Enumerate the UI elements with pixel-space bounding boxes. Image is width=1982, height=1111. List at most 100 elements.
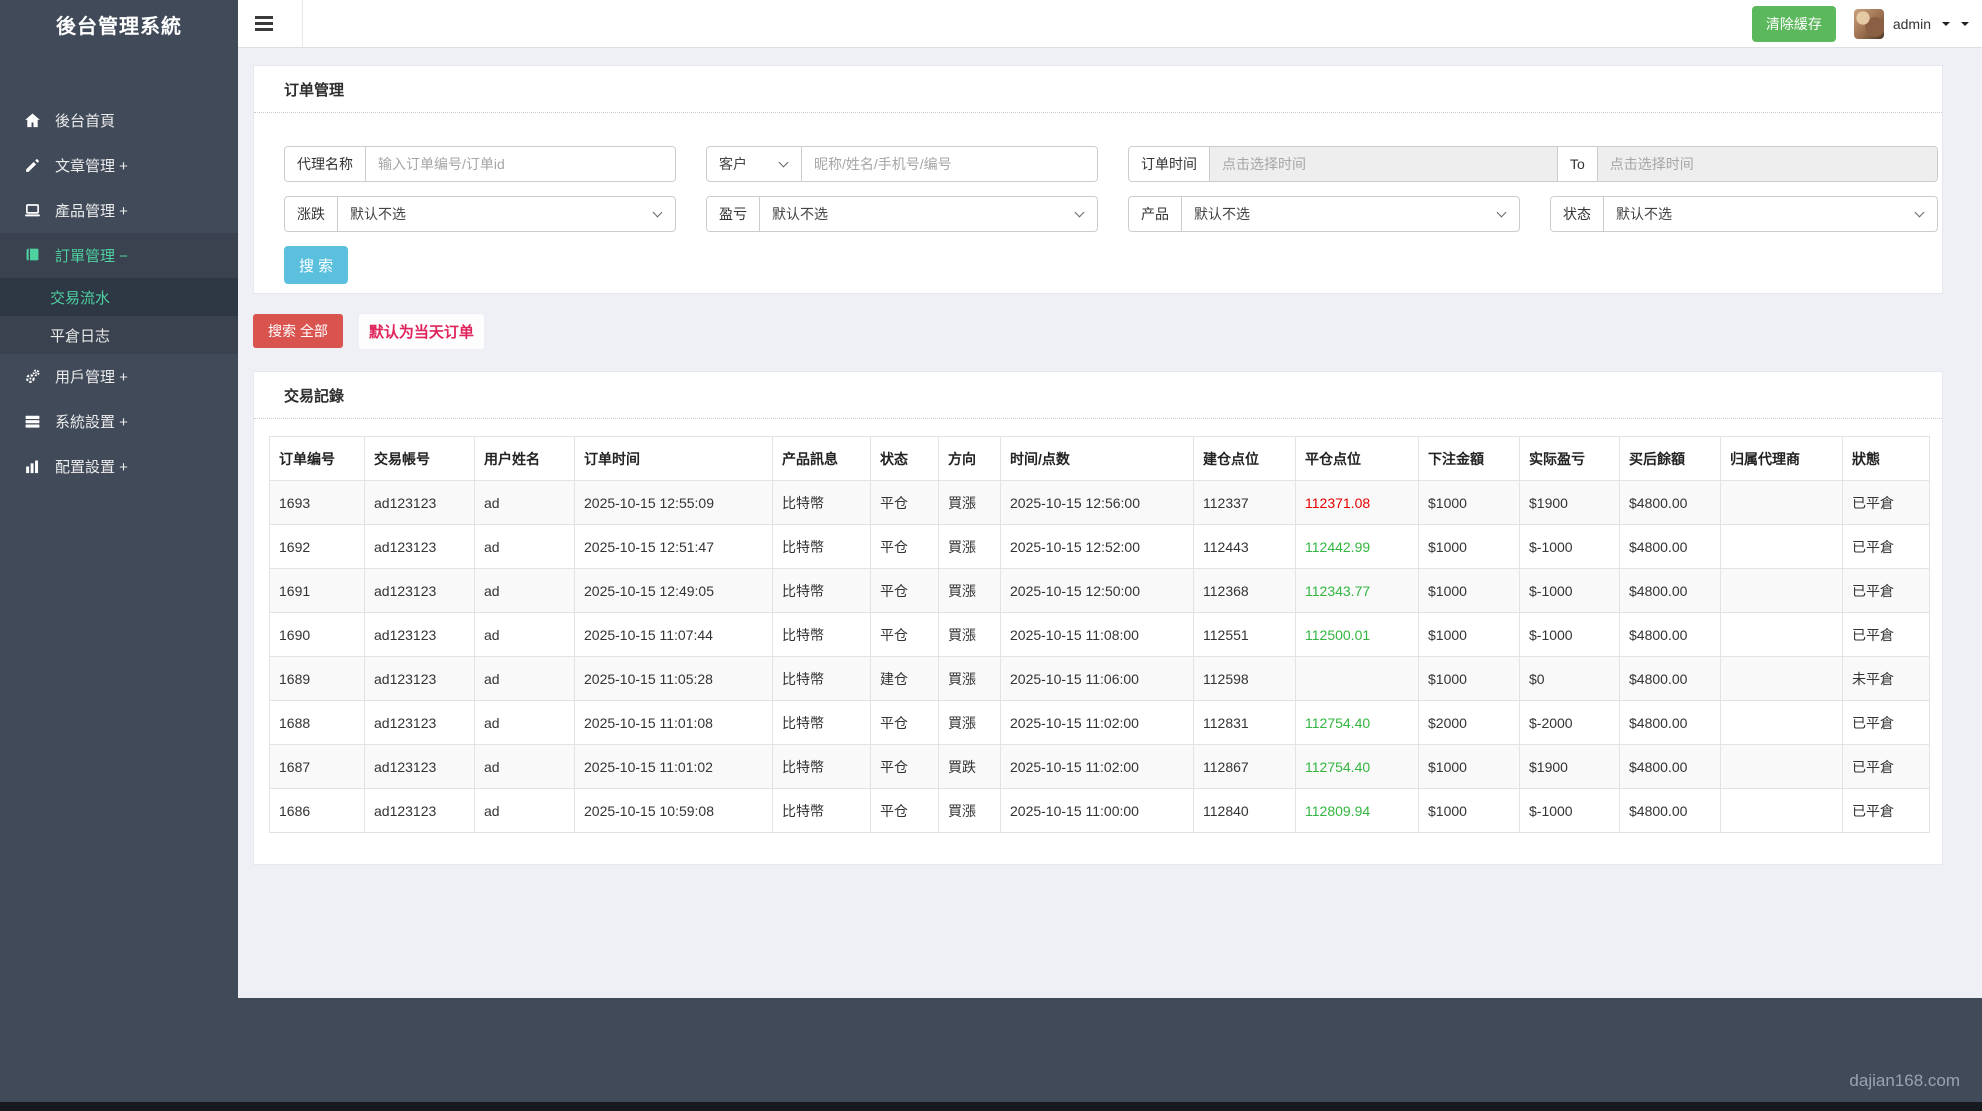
cell-order_no: 1693 <box>269 480 365 525</box>
cell-status: 平仓 <box>870 700 939 745</box>
agent-name-input[interactable] <box>366 147 675 181</box>
cell-time_point: 2025-10-15 12:56:00 <box>1000 480 1194 525</box>
hamburger-icon <box>255 16 273 19</box>
cell-order_no: 1687 <box>269 744 365 789</box>
cell-open_point: 112443 <box>1193 524 1296 569</box>
default-today-note: 默认为当天订单 <box>358 313 484 349</box>
sidebar-item-home[interactable]: 後台首頁 <box>0 98 238 143</box>
topbar-right: 清除緩存 admin <box>1751 0 1969 47</box>
sidebar-subitem-transactions[interactable]: 交易流水 <box>0 278 238 316</box>
clear-cache-button[interactable]: 清除緩存 <box>1751 5 1836 42</box>
chevron-down-icon <box>778 157 789 167</box>
status-label: 状态 <box>1551 197 1604 231</box>
home-icon <box>24 112 42 129</box>
cell-close_point: 112754.40 <box>1295 700 1419 745</box>
sidebar-item-label: 配置設置 + <box>55 459 128 476</box>
cell-status: 平仓 <box>870 788 939 833</box>
username: admin <box>1892 15 1931 32</box>
sidebar-item-system[interactable]: 系統設置 + <box>0 399 238 444</box>
profit-label: 盈亏 <box>707 197 760 231</box>
sidebar-item-label: 後台首頁 <box>55 113 116 130</box>
cell-order_no: 1691 <box>269 568 365 613</box>
orders-submenu: 交易流水 平倉日志 <box>0 278 238 354</box>
sidebar-item-articles[interactable]: 文章管理 + <box>0 143 238 188</box>
updown-label: 涨跌 <box>285 197 338 231</box>
sidebar-item-orders[interactable]: 訂單管理 − <box>0 233 238 278</box>
table-row: 1690 ad123123 ad 2025-10-15 11:07:44 比特幣 平仓 買漲… <box>269 612 1930 657</box>
cell-agent <box>1720 700 1843 745</box>
menu-toggle-button[interactable] <box>251 0 291 47</box>
table-row: 1689 ad123123 ad 2025-10-15 11:05:28 比特幣 建仓 買漲… <box>269 656 1930 701</box>
filter-row-1: 代理名称 客户 订单时间 To <box>284 146 1938 182</box>
search-button[interactable]: 搜 索 <box>284 246 349 284</box>
records-table: 订单编号 交易帳号 用户姓名 订单时间 产品訊息 状态 方向 时间/点数 建仓点位 平仓点位 下注金… <box>269 436 1930 833</box>
cell-bet: $1000 <box>1418 524 1520 569</box>
chevron-down-icon <box>1914 207 1925 217</box>
cell-bet: $1000 <box>1418 480 1520 525</box>
profit-select[interactable]: 默认不选 <box>760 197 1097 231</box>
cell-order_time: 2025-10-15 12:49:05 <box>574 568 773 613</box>
sidebar-item-products[interactable]: 產品管理 + <box>0 188 238 233</box>
column-header-state: 狀態 <box>1842 436 1930 481</box>
topbar: 清除緩存 admin <box>238 0 1982 48</box>
cell-product: 比特幣 <box>772 612 871 657</box>
order-time-end-input[interactable] <box>1597 147 1937 181</box>
cell-balance: $4800.00 <box>1619 612 1721 657</box>
cell-account: ad123123 <box>364 524 475 569</box>
cell-direction: 買漲 <box>938 700 1001 745</box>
cell-direction: 買漲 <box>938 788 1001 833</box>
customer-input[interactable] <box>802 147 1097 181</box>
cell-profit: $1900 <box>1519 480 1620 525</box>
to-label: To <box>1557 147 1598 181</box>
column-header-open_point: 建仓点位 <box>1193 436 1296 481</box>
server-icon <box>24 413 42 430</box>
column-header-agent: 归属代理商 <box>1720 436 1843 481</box>
cell-user: ad <box>474 524 575 569</box>
cell-state: 未平倉 <box>1842 656 1930 701</box>
sidebar-item-config[interactable]: 配置設置 + <box>0 444 238 489</box>
cell-profit: $-1000 <box>1519 524 1620 569</box>
chevron-down-icon <box>1496 207 1507 217</box>
cell-direction: 買跌 <box>938 744 1001 789</box>
cell-user: ad <box>474 612 575 657</box>
cell-close_point: 112371.08 <box>1295 480 1419 525</box>
sidebar-item-users[interactable]: 用戶管理 + <box>0 354 238 399</box>
orders-panel: 订单管理 代理名称 客户 订单时间 To <box>253 65 1943 294</box>
cell-agent <box>1720 656 1843 701</box>
cell-close_point: 112809.94 <box>1295 788 1419 833</box>
cell-direction: 買漲 <box>938 524 1001 569</box>
app-title: 後台管理系統 <box>56 15 182 38</box>
sidebar: 後台管理系統 後台首頁 文章管理 + 產品管理 + 訂單管理 − 交易流水 平倉… <box>0 0 238 1000</box>
user-dropdown-caret-icon[interactable] <box>1942 21 1950 26</box>
cell-account: ad123123 <box>364 612 475 657</box>
sidebar-subitem-close-log[interactable]: 平倉日志 <box>0 316 238 354</box>
updown-select[interactable]: 默认不选 <box>338 197 675 231</box>
cell-bet: $2000 <box>1418 700 1520 745</box>
records-table-body: 1693 ad123123 ad 2025-10-15 12:55:09 比特幣 平仓 買漲… <box>269 480 1930 833</box>
column-header-bet: 下注金額 <box>1418 436 1520 481</box>
topbar-caret-icon[interactable] <box>1961 21 1969 26</box>
avatar[interactable] <box>1853 8 1884 39</box>
cell-agent <box>1720 524 1843 569</box>
product-select[interactable]: 默认不选 <box>1182 197 1519 231</box>
cell-status: 平仓 <box>870 568 939 613</box>
cell-direction: 買漲 <box>938 480 1001 525</box>
search-all-button[interactable]: 搜索 全部 <box>253 314 343 348</box>
customer-select[interactable]: 客户 <box>707 147 802 181</box>
cell-profit: $-1000 <box>1519 568 1620 613</box>
column-header-balance: 买后餘額 <box>1619 436 1721 481</box>
status-group: 状态 默认不选 <box>1550 196 1938 232</box>
cell-product: 比特幣 <box>772 656 871 701</box>
main-content: 订单管理 代理名称 客户 订单时间 To <box>238 48 1982 998</box>
cell-balance: $4800.00 <box>1619 656 1721 701</box>
status-select[interactable]: 默认不选 <box>1604 197 1937 231</box>
cell-account: ad123123 <box>364 568 475 613</box>
column-header-order_no: 订单编号 <box>269 436 365 481</box>
orders-panel-body: 代理名称 客户 订单时间 To <box>254 113 1942 293</box>
sidebar-item-label: 產品管理 + <box>55 203 128 220</box>
cell-order_time: 2025-10-15 11:01:08 <box>574 700 773 745</box>
chevron-down-icon <box>652 207 663 217</box>
bottom-strip <box>0 1102 1982 1111</box>
order-time-start-input[interactable] <box>1210 147 1557 181</box>
cell-bet: $1000 <box>1418 612 1520 657</box>
